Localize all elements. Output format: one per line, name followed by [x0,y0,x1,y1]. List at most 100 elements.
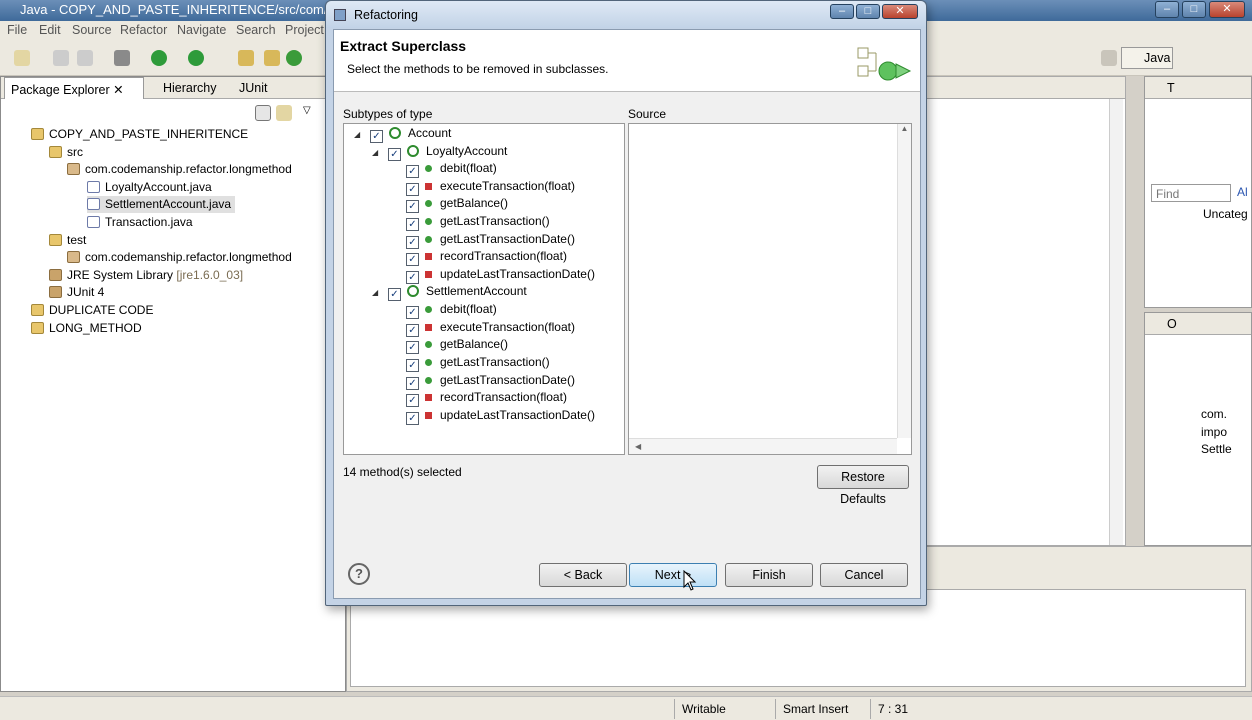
checkbox[interactable]: ✓ [406,165,419,178]
tree-class-account[interactable]: ◢ ✓ Account [354,125,451,143]
menu-source[interactable]: Source [72,23,112,37]
vertical-scrollbar[interactable]: ▲ [897,124,911,438]
restore-defaults-button[interactable]: Restore Defaults [817,465,909,506]
tab-package-explorer[interactable]: Package Explorer ✕ [4,77,144,99]
view-menu-icon[interactable]: ▽ [303,105,319,121]
dialog-minimize-button[interactable]: ‒ [830,4,854,19]
tree-project[interactable]: COPY_AND_PASTE_INHERITENCE [31,126,248,143]
run-external-icon[interactable] [188,50,204,66]
method-item[interactable]: ✓ getLastTransaction() [406,213,550,231]
tree-project[interactable]: LONG_METHOD [31,320,142,337]
menu-navigate[interactable]: Navigate [177,23,226,37]
source-preview[interactable]: ▲ ◀ [628,123,912,455]
tree-file-settlement[interactable]: SettlementAccount.java [87,196,236,213]
new-icon[interactable] [14,50,30,66]
new-java-project-icon[interactable] [238,50,254,66]
method-item[interactable]: ✓ executeTransaction(float) [406,178,575,196]
outline-item[interactable]: Settle [1201,442,1232,456]
method-item[interactable]: ✓ recordTransaction(float) [406,389,567,407]
tree-package[interactable]: com.codemanship.refactor.longmethod [67,249,292,266]
method-item[interactable]: ✓ getLastTransactionDate() [406,231,575,249]
tab-task-list[interactable]: T [1167,81,1175,95]
debug-icon[interactable] [114,50,130,66]
run-icon[interactable] [151,50,167,66]
method-name: getLastTransactionDate() [440,373,575,387]
menu-project[interactable]: Project [285,23,324,37]
cancel-button[interactable]: Cancel [820,563,908,587]
method-item[interactable]: ✓ getBalance() [406,336,509,354]
tree-project[interactable]: DUPLICATE CODE [31,302,153,319]
help-icon[interactable]: ? [348,563,370,585]
java-perspective-button[interactable]: Java [1121,47,1173,69]
method-name: getBalance() [440,337,509,351]
tree-junit-library[interactable]: JUnit 4 [49,284,104,301]
tab-hierarchy[interactable]: Hierarchy [157,77,223,99]
tree-jre-library[interactable]: JRE System Library [jre1.6.0_03] [49,267,243,284]
checkbox[interactable]: ✓ [406,412,419,425]
checkbox[interactable]: ✓ [406,218,419,231]
dialog-maximize-button[interactable]: □ [856,4,880,19]
tree-class-loyalty[interactable]: ◢ ✓ LoyaltyAccount [372,143,507,161]
method-item[interactable]: ✓ recordTransaction(float) [406,248,567,266]
status-insert-mode: Smart Insert [783,702,849,716]
method-item[interactable]: ✓ getLastTransactionDate() [406,372,575,390]
outline-item[interactable]: impo [1201,425,1227,439]
expand-arrow-icon[interactable]: ◢ [372,284,382,301]
save-icon[interactable] [53,50,69,66]
minimize-button[interactable]: ‒ [1155,1,1179,18]
find-input[interactable]: Find [1151,184,1231,202]
filter-all-link[interactable]: Al [1237,185,1248,199]
finish-button[interactable]: Finish [725,563,813,587]
tree-src-folder[interactable]: src [49,144,83,161]
editor-scrollbar[interactable] [1109,99,1123,545]
project-icon [31,304,44,316]
horizontal-scrollbar[interactable]: ◀ [629,438,897,454]
tree-file-loyalty[interactable]: LoyaltyAccount.java [87,179,212,196]
tree-file-transaction[interactable]: Transaction.java [87,214,193,231]
new-class-icon[interactable] [286,50,302,66]
dialog-close-button[interactable]: ✕ [882,4,918,19]
method-name: getLastTransactionDate() [440,232,575,246]
checkbox[interactable]: ✓ [406,306,419,319]
new-package-icon[interactable] [264,50,280,66]
menu-refactor[interactable]: Refactor [120,23,167,37]
method-item[interactable]: ✓ getLastTransaction() [406,354,550,372]
subtypes-tree[interactable]: ◢ ✓ Account ◢ ✓ LoyaltyAccount ✓ debit(float)… [343,123,625,455]
maximize-button[interactable]: □ [1182,1,1206,18]
checkbox[interactable]: ✓ [388,148,401,161]
checkbox[interactable]: ✓ [406,200,419,213]
print-icon[interactable] [77,50,93,66]
checkbox[interactable]: ✓ [388,288,401,301]
close-button[interactable]: ✕ [1209,1,1245,18]
outline-item[interactable]: com. [1201,407,1227,421]
tree-test-folder[interactable]: test [49,232,86,249]
tree-package[interactable]: com.codemanship.refactor.longmethod [67,161,292,178]
expand-arrow-icon[interactable]: ◢ [354,126,364,143]
checkbox[interactable]: ✓ [406,359,419,372]
method-item[interactable]: ✓ executeTransaction(float) [406,319,575,337]
close-icon[interactable]: ✕ [113,83,123,97]
open-perspective-icon[interactable] [1101,50,1117,66]
tree-class-settlement[interactable]: ◢ ✓ SettlementAccount [372,283,527,301]
back-button[interactable]: < Back [539,563,627,587]
next-button[interactable]: Next > [629,563,717,587]
expand-arrow-icon[interactable]: ◢ [372,144,382,161]
menu-file[interactable]: File [7,23,27,37]
method-item[interactable]: ✓ updateLastTransactionDate() [406,266,595,284]
method-item[interactable]: ✓ debit(float) [406,301,497,319]
method-item[interactable]: ✓ debit(float) [406,160,497,178]
tree-label: DUPLICATE CODE [49,303,154,317]
checkbox[interactable]: ✓ [406,341,419,354]
tab-outline[interactable]: O [1167,317,1177,331]
checkbox[interactable]: ✓ [370,130,383,143]
checkbox[interactable]: ✓ [406,394,419,407]
method-item[interactable]: ✓ updateLastTransactionDate() [406,407,595,425]
method-item[interactable]: ✓ getBalance() [406,195,508,213]
tab-junit[interactable]: JUnit [233,77,273,99]
link-with-editor-icon[interactable] [276,105,292,121]
collapse-all-icon[interactable] [255,105,271,121]
checkbox[interactable]: ✓ [406,253,419,266]
class-icon [389,127,401,139]
menu-search[interactable]: Search [236,23,276,37]
menu-edit[interactable]: Edit [39,23,61,37]
